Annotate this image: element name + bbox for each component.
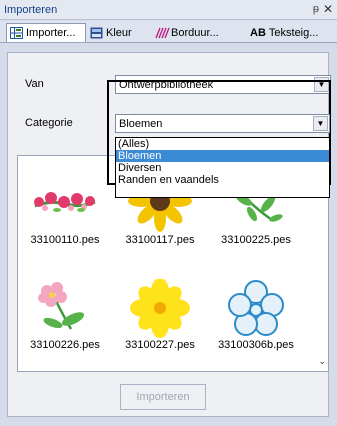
panel-title: Importeren bbox=[4, 4, 58, 16]
import-button[interactable]: Importeren bbox=[120, 384, 206, 410]
palette-icon bbox=[90, 27, 103, 39]
tab-kleur[interactable]: Kleur bbox=[90, 23, 132, 42]
tab-label: Kleur bbox=[106, 26, 132, 39]
tab-label: Borduur... bbox=[171, 26, 219, 39]
tab-label: Teksteig... bbox=[268, 26, 319, 39]
yellow-flower-icon bbox=[126, 278, 194, 339]
file-name: 33100306b.pes bbox=[218, 339, 294, 351]
list-item[interactable]: 33100110.pes bbox=[20, 174, 110, 246]
van-label: Van bbox=[25, 78, 44, 90]
blue-outline-flower-icon bbox=[222, 279, 290, 339]
file-name: 33100225.pes bbox=[221, 234, 291, 246]
stitch-icon bbox=[155, 27, 170, 39]
text-ab-icon: AB bbox=[250, 26, 266, 39]
file-name: 33100110.pes bbox=[30, 234, 100, 246]
file-name: 33100226.pes bbox=[30, 339, 100, 351]
close-icon[interactable]: ✕ bbox=[323, 2, 333, 16]
tab-teksteig[interactable]: AB Teksteig... bbox=[250, 23, 318, 42]
file-name: 33100117.pes bbox=[125, 234, 195, 246]
tab-strip: Importer... Kleur Borduur... AB Teksteig… bbox=[0, 21, 337, 43]
categorie-label: Categorie bbox=[25, 117, 73, 129]
dropdown-option-selected[interactable]: Bloemen bbox=[116, 150, 329, 162]
list-item[interactable]: 33100227.pes bbox=[115, 278, 205, 351]
chevron-down-icon[interactable]: ⌄ bbox=[318, 356, 326, 367]
tab-label: Importer... bbox=[26, 27, 76, 39]
chevron-down-icon[interactable]: ▼ bbox=[313, 116, 328, 131]
pink-flower-icon bbox=[31, 279, 99, 339]
list-item[interactable]: 33100226.pes bbox=[20, 279, 110, 351]
flower-garland-icon bbox=[31, 174, 99, 234]
categorie-select[interactable]: Bloemen ▼ bbox=[115, 114, 330, 133]
panel-titlebar: Importeren ᵽ ✕ bbox=[0, 0, 337, 20]
tab-importeren[interactable]: Importer... bbox=[6, 23, 86, 42]
list-item[interactable]: 33100306b.pes bbox=[211, 279, 301, 351]
categorie-value: Bloemen bbox=[119, 118, 163, 130]
pin-icon[interactable]: ᵽ bbox=[313, 3, 319, 15]
categorie-dropdown-list[interactable]: (Alles) Bloemen Diversen Randen en vaand… bbox=[115, 137, 330, 198]
tab-borduur[interactable]: Borduur... bbox=[155, 23, 219, 42]
grid-icon bbox=[10, 27, 23, 39]
dropdown-option[interactable]: Randen en vaandels bbox=[116, 174, 329, 186]
dropdown-option[interactable]: (Alles) bbox=[116, 138, 329, 150]
dropdown-option[interactable]: Diversen bbox=[116, 162, 329, 174]
file-name: 33100227.pes bbox=[125, 339, 195, 351]
